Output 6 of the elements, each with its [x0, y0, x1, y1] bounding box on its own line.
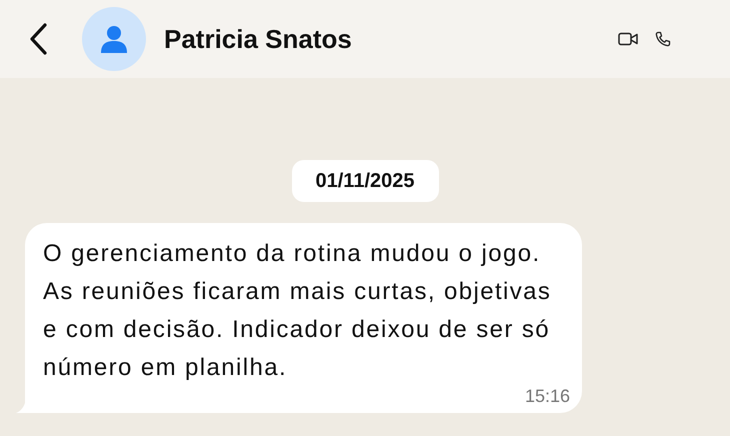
contact-name[interactable]: Patricia Snatos	[164, 20, 352, 58]
message-text: O gerenciamento da rotina mudou o jogo. As reuniões ficaram mais curtas, objetivas e com decisão. Indicador deixou de ser só número em planilha.	[43, 239, 552, 383]
date-badge: 01/11/2025	[292, 160, 438, 202]
person-icon	[101, 25, 127, 53]
message-time: 15:16	[524, 387, 570, 405]
phone-call-button[interactable]	[654, 30, 672, 48]
